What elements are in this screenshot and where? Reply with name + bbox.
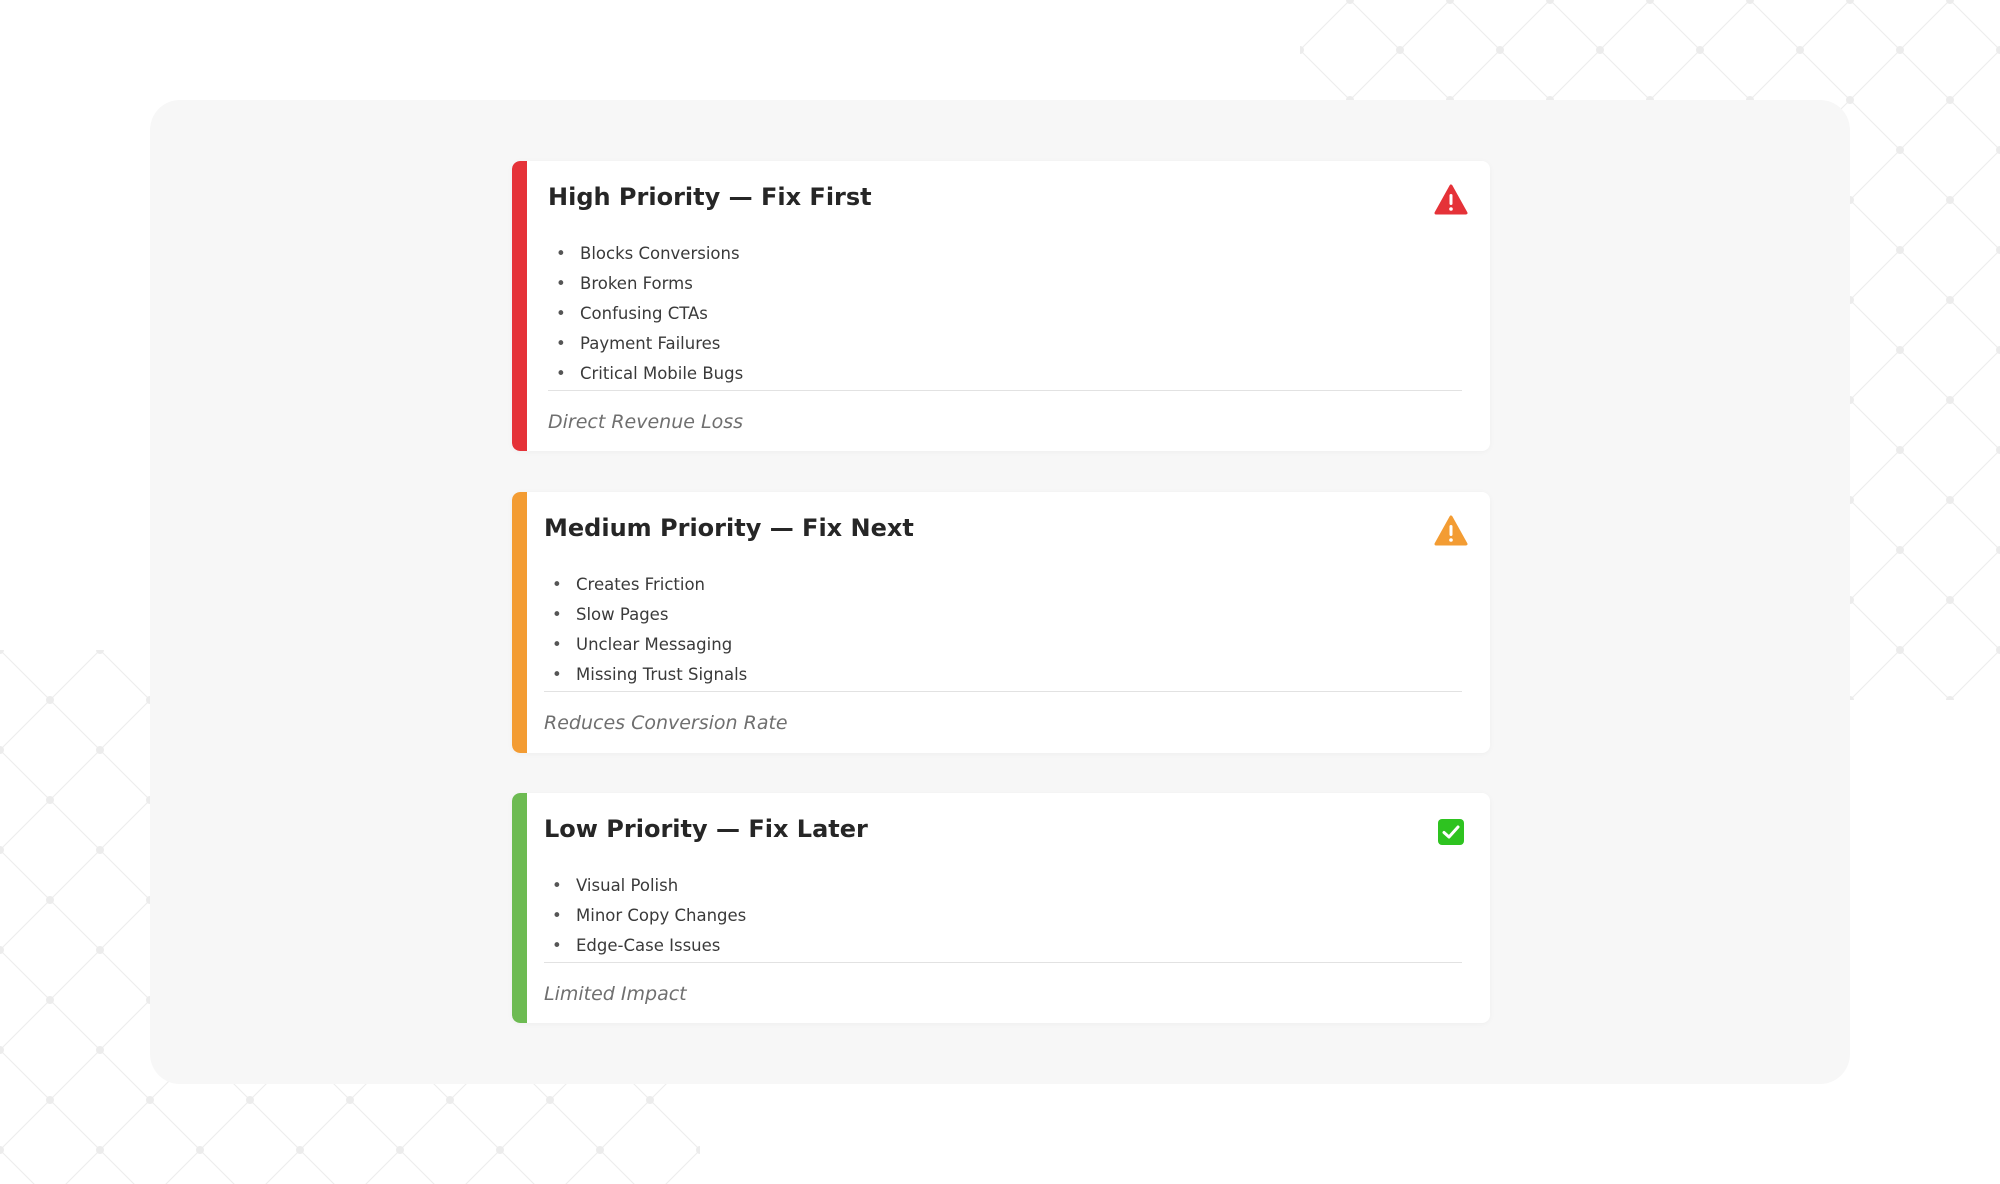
list-item: • Visual Polish [552,876,679,895]
card-footer-impact: Direct Revenue Loss [548,411,743,433]
priority-color-bar [512,793,527,1023]
warning-triangle-icon [1434,184,1468,215]
card-divider [544,691,1462,692]
issue-list: • Blocks Conversions • Broken Forms • Confu… [556,239,743,389]
list-item: • Payment Failures [556,334,721,353]
card-title: Medium Priority — Fix Next [544,514,914,542]
list-item: • Blocks Conversions [556,244,740,263]
list-item: • Slow Pages [552,605,669,624]
list-item: • Edge-Case Issues [552,936,721,955]
card-divider [548,390,1462,391]
list-item: • Confusing CTAs [556,304,708,323]
priority-card-medium: Medium Priority — Fix Next • Creates Fric… [512,492,1490,753]
card-footer-impact: Limited Impact [544,983,687,1005]
warning-triangle-icon [1434,515,1468,546]
list-item: • Missing Trust Signals [552,665,748,684]
priority-card-low: Low Priority — Fix Later • Visual Polish … [512,793,1490,1023]
card-footer-impact: Reduces Conversion Rate [544,712,788,734]
list-item: • Critical Mobile Bugs [556,364,744,383]
card-title: Low Priority — Fix Later [544,815,868,843]
list-item: • Minor Copy Changes [552,906,747,925]
issue-list: • Visual Polish • Minor Copy Changes • Edge… [552,871,746,961]
priority-card-high: High Priority — Fix First • Blocks Conver… [512,161,1490,451]
check-square-icon [1438,819,1464,845]
priority-color-bar [512,492,527,753]
card-divider [544,962,1462,963]
priority-color-bar [512,161,527,451]
list-item: • Creates Friction [552,575,706,594]
issue-list: • Creates Friction • Slow Pages • Unclear M… [552,570,747,690]
list-item: • Broken Forms [556,274,693,293]
list-item: • Unclear Messaging [552,635,733,654]
card-title: High Priority — Fix First [548,183,872,211]
